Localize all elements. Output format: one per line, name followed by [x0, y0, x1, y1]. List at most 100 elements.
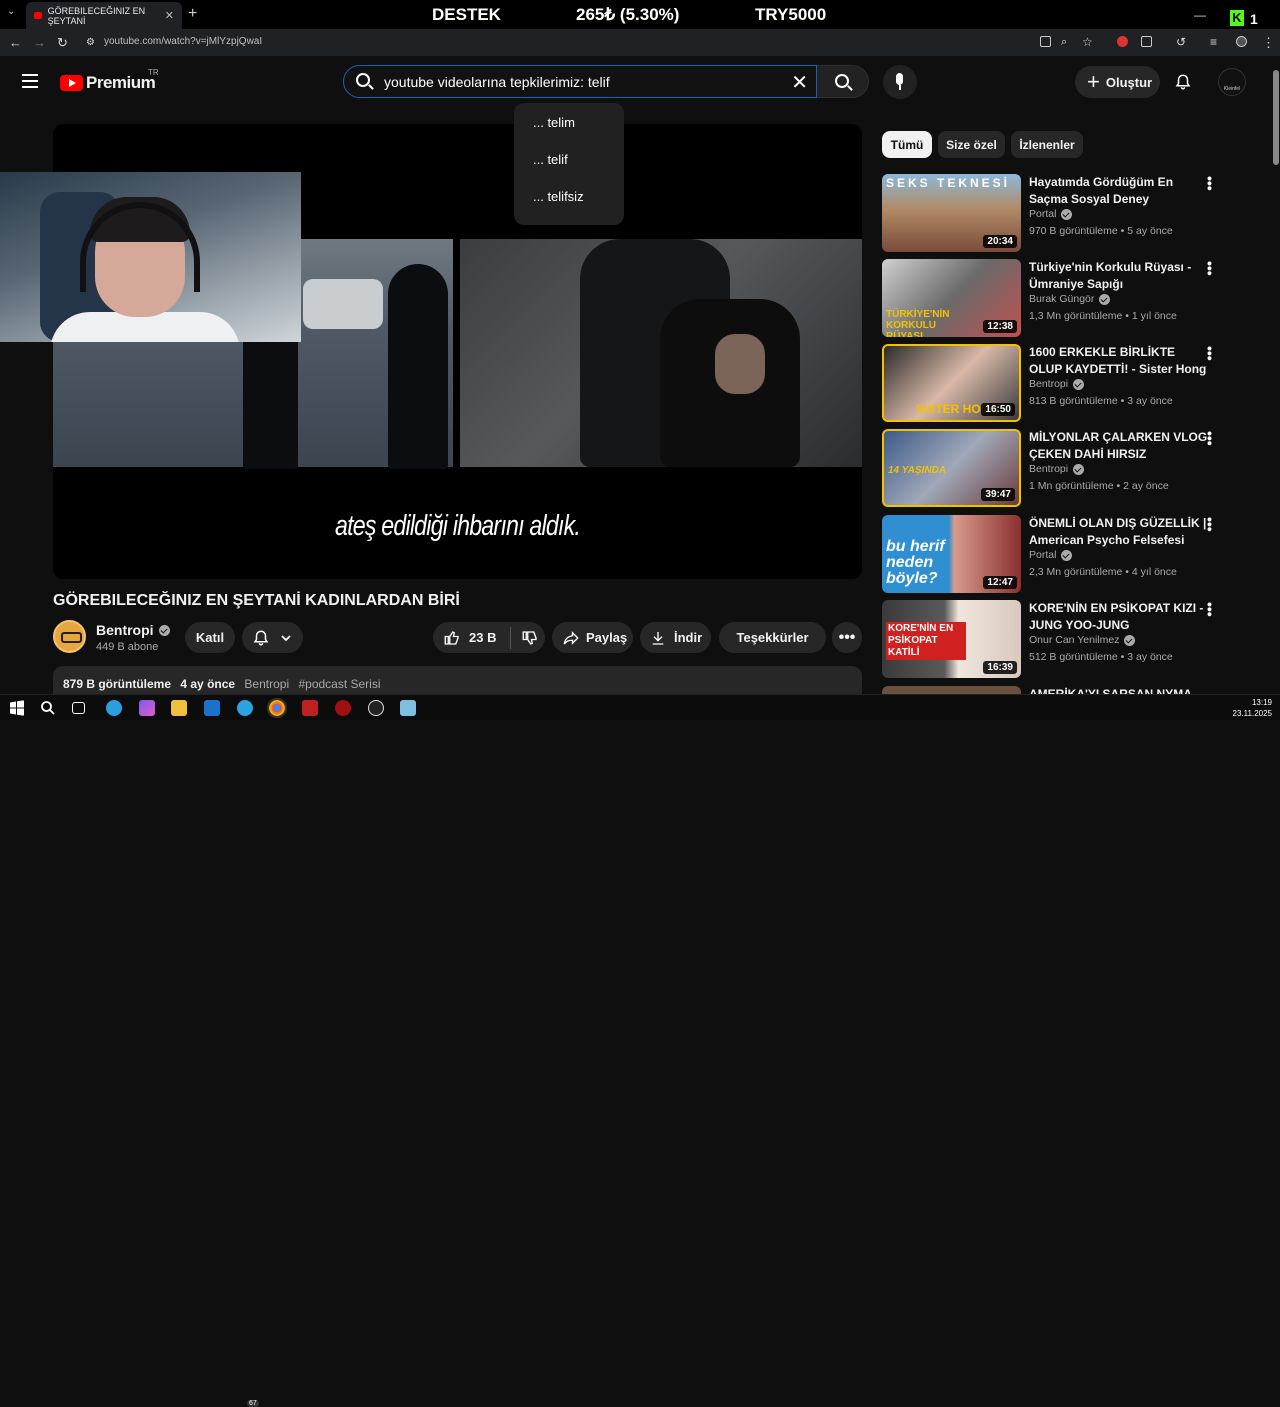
video-title[interactable]: AMERİKA'YI SARSAN NYMA — [1029, 686, 1211, 694]
recommended-video[interactable]: SISTER HONG 16:50 1600 ERKEKLE BİRLİKTE … — [882, 344, 1222, 422]
channel-name[interactable]: Bentropi — [1029, 378, 1085, 390]
profile-avatar-icon[interactable] — [1236, 36, 1247, 47]
chrome-icon[interactable] — [267, 698, 287, 718]
minimize-icon[interactable]: — — [1194, 8, 1206, 22]
channel-name[interactable]: Portal — [1029, 208, 1073, 220]
video-title[interactable]: MİLYONLAR ÇALARKEN VLOG ÇEKEN DAHİ HIRSI… — [1029, 429, 1211, 463]
forward-arrow-icon[interactable]: → — [33, 35, 46, 50]
channel-name[interactable]: Bentropi — [96, 622, 170, 638]
video-thumbnail[interactable]: bu herif neden böyle? 12:47 — [882, 515, 1021, 593]
suggestion-item[interactable]: ... telim — [514, 115, 624, 152]
channel-name-text[interactable]: Bentropi — [1029, 378, 1068, 390]
share-button[interactable]: Paylaş — [552, 622, 633, 653]
account-avatar[interactable]: Kleinfel — [1218, 68, 1246, 96]
new-tab-button[interactable]: + — [188, 5, 197, 23]
video-options-icon[interactable]: ••• — [1202, 517, 1218, 532]
channel-name[interactable]: Burak Güngör — [1029, 293, 1111, 305]
thanks-button[interactable]: Teşekkürler — [719, 622, 826, 653]
recommended-video[interactable]: SEKS TEKNESİ 20:34 Hayatımda Gördüğüm En… — [882, 174, 1222, 252]
suggestion-item[interactable]: ... telifsiz — [514, 189, 624, 226]
url-field[interactable]: youtube.com/watch?v=jMlYzpjQwaI — [104, 36, 262, 47]
chip-for-you[interactable]: Size özel — [938, 131, 1005, 158]
bookmark-star-icon[interactable]: ☆ — [1082, 35, 1093, 49]
task-view-icon[interactable] — [72, 702, 85, 714]
chip-all[interactable]: Tümü — [882, 131, 932, 158]
red-app-icon[interactable] — [335, 700, 351, 716]
video-options-icon[interactable]: ••• — [1202, 176, 1218, 191]
reload-icon[interactable]: ↻ — [57, 35, 68, 51]
channel-name-text[interactable]: Bentropi — [1029, 463, 1068, 475]
join-button[interactable]: Katıl — [185, 622, 235, 653]
obs-studio-icon[interactable] — [368, 700, 384, 716]
channel-name-text[interactable]: Bentropi — [96, 622, 154, 638]
history-icon[interactable]: ↺ — [1176, 35, 1186, 49]
obs-app-icon[interactable] — [302, 700, 318, 716]
video-thumbnail[interactable]: SISTER HONG 16:50 — [882, 344, 1021, 422]
voice-search-mic-icon[interactable] — [883, 65, 917, 99]
chip-watched[interactable]: İzlenenler — [1011, 131, 1083, 158]
site-info-icon[interactable]: ⚙ — [86, 37, 95, 48]
channel-name[interactable]: Portal — [1029, 549, 1073, 561]
notepad-icon[interactable] — [400, 700, 416, 716]
video-thumbnail[interactable]: SEKS TEKNESİ 20:34 — [882, 174, 1021, 252]
like-thumb-icon[interactable] — [443, 629, 461, 647]
suggestion-item[interactable]: ... telif — [514, 152, 624, 189]
browser-tab[interactable]: GÖREBILECEĞINIZ EN ŞEYTANİ ✕ — [26, 2, 182, 29]
outlook-icon[interactable] — [204, 700, 220, 716]
edge-browser-icon[interactable] — [106, 700, 122, 716]
video-title[interactable]: KORE'NİN EN PSİKOPAT KIZI - JUNG YOO-JUN… — [1029, 600, 1211, 634]
windows-start-icon[interactable] — [9, 700, 25, 716]
channel-avatar[interactable] — [53, 620, 86, 653]
download-button[interactable]: İndir — [640, 622, 711, 653]
search-input[interactable]: youtube videolarına tepkilerimiz: telif — [384, 74, 610, 90]
video-thumbnail[interactable] — [882, 686, 1021, 694]
channel-name-text[interactable]: Portal — [1029, 549, 1056, 561]
recommended-video[interactable]: AMERİKA'YI SARSAN NYMA — [882, 686, 1222, 694]
channel-name[interactable]: Bentropi — [1029, 463, 1085, 475]
install-app-icon[interactable] — [1040, 36, 1051, 47]
search-box[interactable]: youtube videolarına tepkilerimiz: telif … — [343, 65, 817, 98]
hashtag-link[interactable]: #podcast Serisi — [298, 677, 380, 691]
file-explorer-icon[interactable] — [171, 700, 187, 716]
search-button[interactable] — [817, 65, 869, 98]
extension-red-icon[interactable] — [1117, 36, 1128, 47]
recommended-video[interactable]: 14 YAŞINDA 39:47 MİLYONLAR ÇALARKEN VLOG… — [882, 429, 1222, 507]
recommended-video[interactable]: KORE'NİN EN PSİKOPAT KATİLİ 16:39 KORE'N… — [882, 600, 1222, 678]
video-title[interactable]: Hayatımda Gördüğüm En Saçma Sosyal Deney — [1029, 174, 1211, 208]
tab-search-icon[interactable]: ⌄ — [7, 6, 15, 17]
menu-hamburger-icon[interactable] — [22, 74, 38, 88]
video-title[interactable]: 1600 ERKEKLE BİRLİKTE OLUP KAYDETTİ! - S… — [1029, 344, 1211, 378]
youtube-premium-logo[interactable]: Premium TR — [60, 68, 159, 93]
system-clock[interactable]: 13:19 23.11.2025 — [1233, 697, 1272, 719]
clear-search-icon[interactable]: ✕ — [791, 70, 808, 95]
description-channel-link[interactable]: Bentropi — [244, 677, 289, 691]
dislike-thumb-icon[interactable] — [521, 629, 539, 647]
channel-name[interactable]: Onur Can Yenilmez — [1029, 634, 1136, 646]
taskbar-search-icon[interactable] — [40, 700, 56, 716]
recommended-video[interactable]: bu herif neden böyle? 12:47 ÖNEMLİ OLAN … — [882, 515, 1222, 593]
channel-name-text[interactable]: Burak Güngör — [1029, 293, 1094, 305]
video-title[interactable]: ÖNEMLİ OLAN DIŞ GÜZELLİK | American Psyc… — [1029, 515, 1211, 549]
create-button[interactable]: + Oluştur — [1075, 66, 1160, 98]
browser-menu-icon[interactable]: ⋮ — [1262, 35, 1275, 51]
channel-name-text[interactable]: Portal — [1029, 208, 1056, 220]
close-tab-icon[interactable]: ✕ — [165, 9, 174, 22]
zoom-icon[interactable]: ⌕ — [1061, 36, 1067, 49]
video-options-icon[interactable]: ••• — [1202, 602, 1218, 617]
channel-name-text[interactable]: Onur Can Yenilmez — [1029, 634, 1119, 646]
video-options-icon[interactable]: ••• — [1202, 346, 1218, 361]
recommended-video[interactable]: TÜRKİYE'NİN KORKULU RÜYASI 12:38 Türkiye… — [882, 259, 1222, 337]
video-thumbnail[interactable]: KORE'NİN EN PSİKOPAT KATİLİ 16:39 — [882, 600, 1021, 678]
video-options-icon[interactable]: ••• — [1202, 261, 1218, 276]
video-thumbnail[interactable]: 14 YAŞINDA 39:47 — [882, 429, 1021, 507]
extensions-puzzle-icon[interactable] — [1141, 36, 1152, 47]
telegram-icon[interactable] — [237, 700, 253, 716]
scrollbar-thumb[interactable] — [1273, 70, 1279, 165]
notifications-bell-icon[interactable] — [1174, 73, 1192, 91]
like-count[interactable]: 23 B — [469, 630, 496, 645]
reading-list-icon[interactable]: ≡ — [1210, 35, 1217, 49]
more-actions-icon[interactable]: ••• — [832, 622, 862, 653]
subscription-notifications-button[interactable] — [242, 622, 303, 653]
video-options-icon[interactable]: ••• — [1202, 431, 1218, 446]
back-arrow-icon[interactable]: ← — [9, 35, 22, 50]
